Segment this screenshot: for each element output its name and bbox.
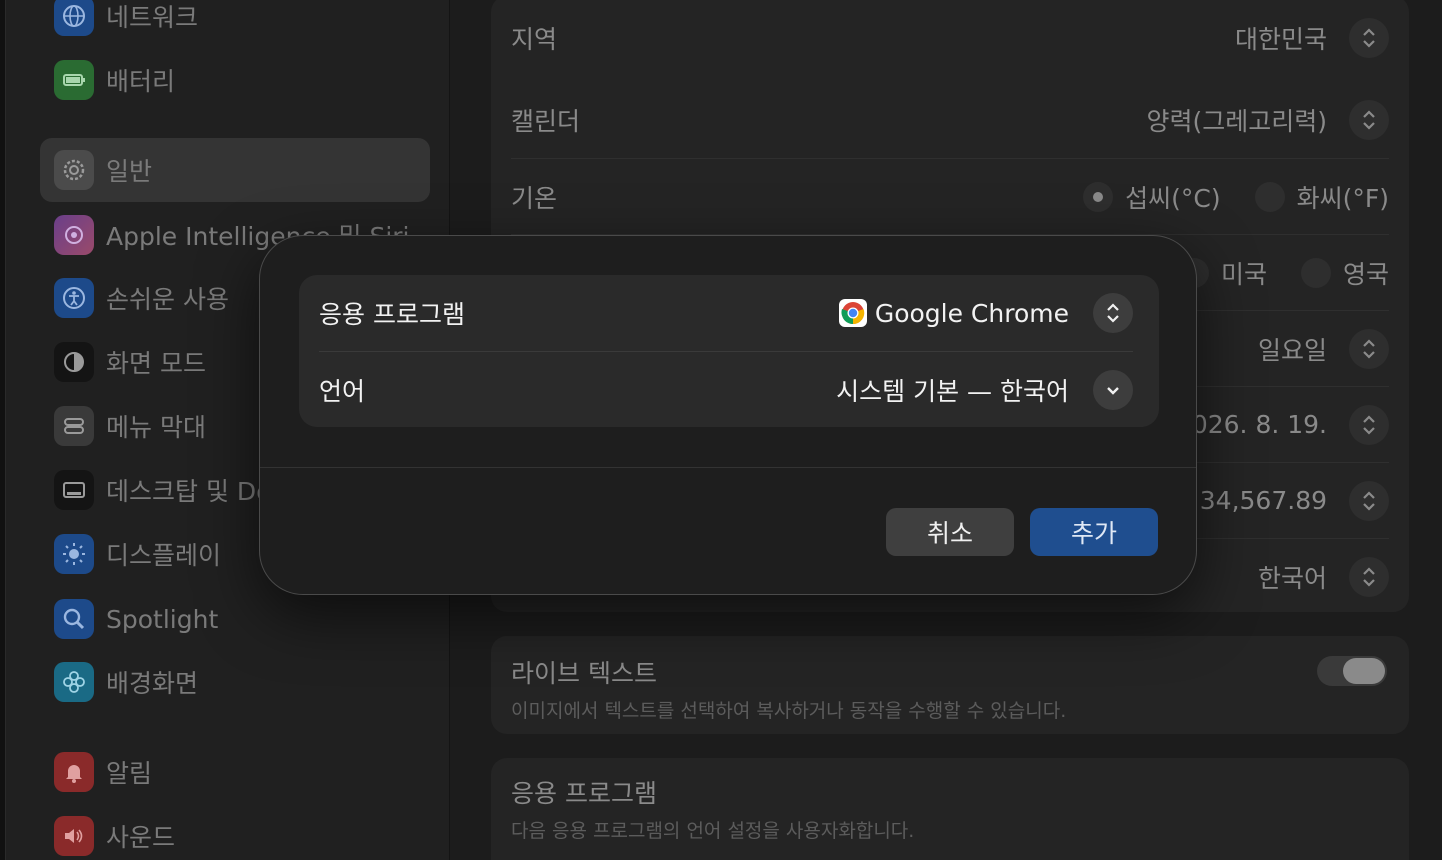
sidebar-item-label: 배터리: [106, 67, 176, 96]
app-popup[interactable]: Google Chrome: [838, 293, 1133, 333]
number-format-value: 34,567.89: [1199, 486, 1327, 515]
sidebar-item-label: 사운드: [106, 823, 176, 852]
add-button[interactable]: 추가: [1030, 508, 1158, 556]
region-value: 대한민국: [1234, 25, 1327, 54]
celsius-option[interactable]: 섭씨(°C): [1083, 179, 1221, 215]
date-format-value: 026. 8. 19.: [1191, 410, 1327, 439]
sidebar-item-general[interactable]: 일반: [40, 138, 430, 202]
live-text-toggle[interactable]: [1317, 656, 1387, 686]
sidebar-item-label: 배경화면: [106, 669, 199, 698]
language-label: 언어: [319, 376, 366, 406]
cancel-button[interactable]: 취소: [886, 508, 1014, 556]
sidebar-item-label: 알림: [106, 759, 153, 788]
sidebar-item-label: Spotlight: [106, 604, 219, 634]
up-down-chevron-icon[interactable]: [1349, 404, 1389, 445]
globe-icon: [54, 0, 94, 36]
radio-button[interactable]: [1254, 181, 1285, 212]
applications-description: 다음 응용 프로그램의 언어 설정을 사용자화합니다.: [511, 820, 915, 842]
up-down-chevron-icon[interactable]: [1349, 328, 1389, 369]
live-text-description: 이미지에서 텍스트를 선택하여 복사하거나 동작을 수행할 수 있습니다.: [511, 700, 1067, 722]
sidebar-item-sound[interactable]: 사운드: [40, 804, 430, 860]
list-sort-value: 한국어: [1257, 563, 1327, 593]
first-day-value: 일요일: [1257, 335, 1327, 365]
up-down-chevron-icon[interactable]: [1349, 556, 1389, 597]
sidebar-item-notifications[interactable]: 알림: [40, 740, 430, 804]
temperature-label: 기온: [511, 183, 558, 213]
up-down-chevron-icon[interactable]: [1093, 293, 1133, 333]
sidebar-item-label: 일반: [106, 157, 153, 186]
battery-icon: [54, 60, 94, 100]
up-down-chevron-icon[interactable]: [1349, 18, 1389, 58]
chrome-icon: [838, 299, 867, 327]
appearance-icon: [54, 342, 94, 382]
sidebar-item-label: 메뉴 막대: [106, 413, 206, 442]
applications-group: 응용 프로그램 다음 응용 프로그램의 언어 설정을 사용자화합니다.: [491, 758, 1409, 860]
flower-icon: [54, 662, 94, 702]
live-text-title: 라이브 텍스트: [511, 659, 657, 688]
add-app-language-dialog: 응용 프로그램 Google Chrome 언어 시스템 기본 — 한국어 취소…: [259, 235, 1197, 595]
language-value: 시스템 기본 — 한국어: [836, 376, 1069, 406]
sidebar-item-battery[interactable]: 배터리: [40, 48, 430, 112]
menubar-icon: [54, 406, 94, 446]
accessibility-icon: [54, 278, 94, 318]
language-row: 언어 시스템 기본 — 한국어: [319, 351, 1133, 427]
siri-icon: [54, 215, 94, 255]
dialog-divider: [260, 467, 1196, 468]
region-label: 지역: [511, 25, 558, 54]
temperature-row: 기온 섭씨(°C) 화씨(°F): [511, 158, 1389, 234]
dialog-options-group: 응용 프로그램 Google Chrome 언어 시스템 기본 — 한국어: [299, 275, 1159, 427]
sidebar-item-label: 네트워크: [106, 3, 199, 32]
fahrenheit-option[interactable]: 화씨(°F): [1254, 179, 1389, 215]
radio-button-selected[interactable]: [1083, 181, 1114, 212]
radio-button[interactable]: [1300, 257, 1331, 288]
brightness-icon: [54, 534, 94, 574]
up-down-chevron-icon[interactable]: [1349, 480, 1389, 521]
calendar-label: 캘린더: [511, 107, 581, 136]
live-text-group: 라이브 텍스트 이미지에서 텍스트를 선택하여 복사하거나 동작을 수행할 수 …: [491, 636, 1409, 734]
app-label: 응용 프로그램: [319, 300, 465, 329]
speaker-icon: [54, 816, 94, 856]
sidebar-item-network[interactable]: 네트워크: [40, 0, 430, 48]
sidebar-item-label: 디스플레이: [106, 541, 222, 570]
app-value: Google Chrome: [874, 298, 1069, 328]
sidebar-item-spotlight[interactable]: Spotlight: [40, 587, 430, 651]
chevron-down-icon[interactable]: [1093, 369, 1133, 410]
sidebar-item-label: 화면 모드: [106, 349, 206, 378]
applications-title: 응용 프로그램: [511, 779, 657, 808]
up-down-chevron-icon[interactable]: [1349, 100, 1389, 140]
bell-icon: [54, 752, 94, 792]
measurement-uk-option[interactable]: 영국: [1300, 255, 1389, 291]
region-row[interactable]: 지역 대한민국: [511, 0, 1389, 76]
dock-icon: [54, 470, 94, 510]
magnifier-icon: [54, 599, 94, 639]
sidebar-item-wallpaper[interactable]: 배경화면: [40, 650, 430, 714]
gear-icon: [54, 150, 94, 190]
calendar-row[interactable]: 캘린더 양력(그레고리력): [511, 82, 1389, 158]
calendar-value: 양력(그레고리력): [1146, 107, 1327, 136]
language-popup[interactable]: 시스템 기본 — 한국어: [836, 369, 1133, 410]
sidebar-item-label: 손쉬운 사용: [106, 285, 229, 314]
app-row: 응용 프로그램 Google Chrome: [319, 275, 1133, 351]
